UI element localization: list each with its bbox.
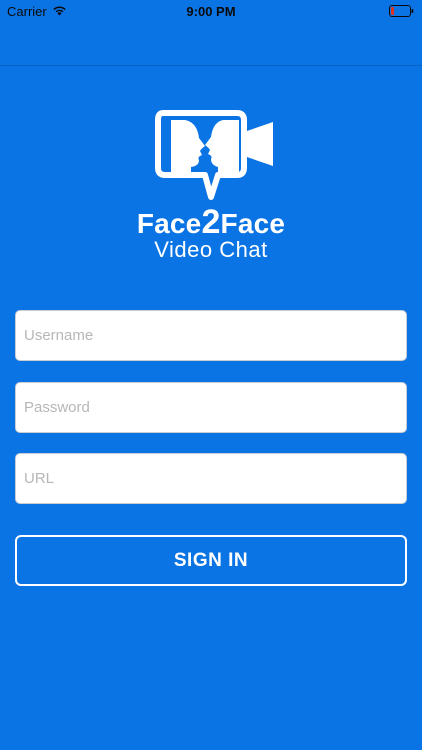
app-subtitle: Video Chat [154,237,268,262]
battery-icon [389,5,414,17]
password-input[interactable] [15,382,407,433]
video-chat-faces-icon [155,110,273,200]
login-screen: Carrier 9:00 PM Face2Face Video Chat Use… [0,0,422,750]
username-input[interactable] [15,310,407,361]
sign-in-button[interactable]: SIGN IN [15,535,407,586]
app-logo: Face2Face Video Chat [0,105,422,265]
status-bar: Carrier 9:00 PM [0,0,422,22]
url-input[interactable] [15,453,407,504]
navigation-bar-divider [0,65,422,66]
clock-label: 9:00 PM [186,4,236,19]
